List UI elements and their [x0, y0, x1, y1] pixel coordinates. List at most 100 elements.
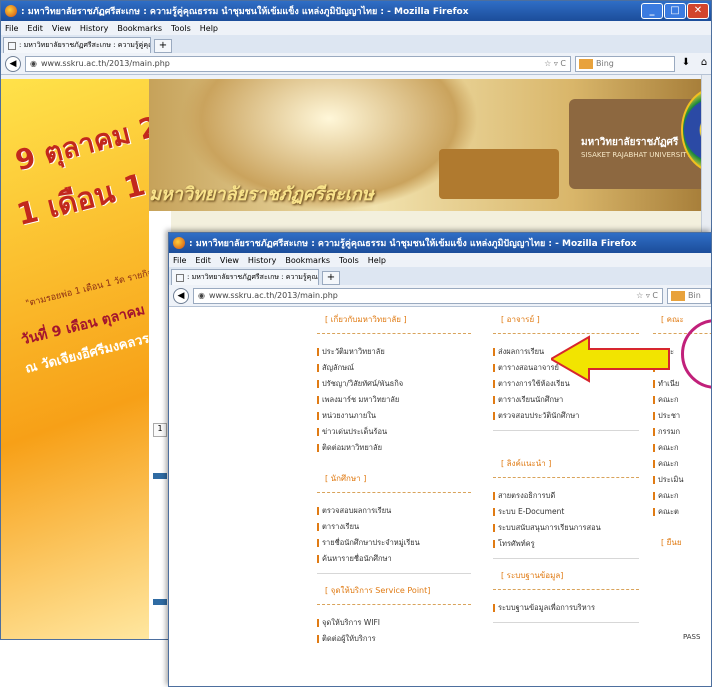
menu-column-about: [ เกี่ยวกับมหาวิทยาลัย ] ประวัติมหาวิทยา…	[317, 313, 471, 647]
menu-bookmarks[interactable]: Bookmarks	[117, 24, 162, 33]
link-vision[interactable]: ปรัชญา/วิสัยทัศน์/พันธกิจ	[317, 376, 471, 392]
section-heading: [ ยืนย	[661, 538, 682, 547]
student-links: ตรวจสอบผลการเรียน ตารางเรียน รายชื่อนักศ…	[317, 503, 471, 574]
download-icon[interactable]: ⬇	[679, 57, 693, 71]
search-box[interactable]: Bin	[667, 287, 711, 304]
link-faculty[interactable]: คณะต	[653, 504, 711, 520]
side-box	[153, 599, 167, 639]
menu-help[interactable]: Help	[368, 256, 386, 265]
page-content-front: [ เกี่ยวกับมหาวิทยาลัย ] ประวัติมหาวิทยา…	[169, 307, 711, 686]
tab-bar: : มหาวิทยาลัยราชภัฏศรีสะเกษ : ความรู้คุณ…	[169, 267, 711, 285]
link-wifi[interactable]: จุดให้บริการ WIFI	[317, 615, 471, 631]
promo-banner[interactable]: 9 ตุลาคม 2556 1 เดือน 1 วัด "ตามรอยพ่อ 1…	[1, 79, 149, 639]
link-faculty[interactable]: คณะก	[653, 456, 711, 472]
divider	[493, 333, 639, 334]
url-text: www.sskru.ac.th/2013/main.php	[208, 291, 338, 300]
url-bar[interactable]: ◉ www.sskru.ac.th/2013/main.php ☆ ▿ C	[25, 55, 571, 72]
tab-label: : มหาวิทยาลัยราชภัฏศรีสะเกษ : ความรู้คุณ…	[187, 273, 319, 281]
link-teacher-phone[interactable]: โทรศัพท์ครู	[493, 536, 639, 552]
link-student-schedule[interactable]: ตารางเรียนนักศึกษา	[493, 392, 639, 408]
tab-main[interactable]: : มหาวิทยาลัยราชภัฏศรีสะเกษ : ความรู้คู่…	[3, 37, 151, 53]
header-banner: มหาวิทยาลัยราชภัฏศรี SISAKET RAJABHAT UN…	[149, 79, 711, 211]
divider	[493, 477, 639, 478]
menu-view[interactable]: View	[220, 256, 239, 265]
link-faculty[interactable]: คณะก	[653, 440, 711, 456]
browser-window-front: : มหาวิทยาลัยราชภัฏศรีสะเกษ : ความรู้คู่…	[168, 232, 712, 687]
reload-icon[interactable]: ☆ ▿ C	[544, 59, 570, 68]
nav-bar: ◀ ◉ www.sskru.ac.th/2013/main.php ☆ ▿ C …	[169, 285, 711, 307]
maximize-button[interactable]: □	[664, 3, 686, 19]
window-controls: _ □ ✕	[641, 3, 709, 19]
page-icon	[8, 41, 16, 50]
link-hot-news[interactable]: ข่าวเด่นประเด็นร้อน	[317, 424, 471, 440]
new-tab-button[interactable]: +	[322, 271, 340, 285]
menu-bar: File Edit View History Bookmarks Tools H…	[1, 21, 711, 35]
page-icon	[176, 273, 184, 282]
link-contact[interactable]: ติดต่อมหาวิทยาลัย	[317, 440, 471, 456]
database-links: ระบบฐานข้อมูลเพื่อการบริหาร	[493, 600, 639, 623]
side-box	[153, 473, 167, 533]
search-placeholder: Bing	[596, 59, 614, 68]
section-heading: [ อาจารย์ ]	[501, 315, 540, 324]
link-symbol[interactable]: สัญลักษณ์	[317, 360, 471, 376]
menu-bar: File Edit View History Bookmarks Tools H…	[169, 253, 711, 267]
building-name: มหาวิทยาลัยราชภัฏศรี	[581, 137, 679, 148]
link-march-song[interactable]: เพลงมาร์ช มหาวิทยาลัย	[317, 392, 471, 408]
section-heading: [ ระบบฐานข้อมูล]	[501, 571, 564, 580]
promo-caption: "ตามรอยพ่อ 1 เดือน 1 วัด รายกิจศรีสะเกษ …	[24, 224, 149, 310]
link-president-line[interactable]: สายตรงอธิการบดี	[493, 488, 639, 504]
link-service-contact[interactable]: ติดต่อผู้ให้บริการ	[317, 631, 471, 647]
link-departments[interactable]: หน่วยงานภายใน	[317, 408, 471, 424]
bing-icon	[671, 290, 685, 301]
link-faculty[interactable]: ประชา	[653, 408, 711, 424]
link-student-record[interactable]: ตรวจสอบประวัตินักศึกษา	[493, 408, 639, 424]
link-faculty[interactable]: กรรมก	[653, 424, 711, 440]
link-e-document[interactable]: ระบบ E-Document	[493, 504, 639, 520]
link-management-db[interactable]: ระบบฐานข้อมูลเพื่อการบริหาร	[493, 600, 639, 616]
menu-tools[interactable]: Tools	[339, 256, 359, 265]
home-icon[interactable]: ⌂	[697, 57, 711, 71]
link-search-student[interactable]: ค้นหารายชื่อนักศึกษา	[317, 551, 471, 567]
reload-icon[interactable]: ☆ ▿ C	[636, 291, 662, 300]
link-student-list[interactable]: รายชื่อนักศึกษาประจำหมู่เรียน	[317, 535, 471, 551]
menu-file[interactable]: File	[173, 256, 186, 265]
close-button[interactable]: ✕	[687, 3, 709, 19]
tab-main[interactable]: : มหาวิทยาลัยราชภัฏศรีสะเกษ : ความรู้คุณ…	[171, 269, 319, 285]
url-bar[interactable]: ◉ www.sskru.ac.th/2013/main.php ☆ ▿ C	[193, 287, 663, 304]
back-arrow-icon[interactable]: ◀	[173, 287, 189, 304]
divider	[317, 604, 471, 605]
menu-edit[interactable]: Edit	[27, 24, 43, 33]
bing-icon	[579, 58, 593, 69]
search-box[interactable]: Bing	[575, 55, 675, 72]
menu-file[interactable]: File	[5, 24, 18, 33]
menu-bookmarks[interactable]: Bookmarks	[285, 256, 330, 265]
menu-history[interactable]: History	[80, 24, 108, 33]
new-tab-button[interactable]: +	[154, 39, 172, 53]
back-arrow-icon[interactable]: ◀	[5, 55, 21, 72]
banner-title: มหาวิทยาลัยราชภัฏศรีสะเกษ	[149, 184, 374, 205]
section-heading: [ ลิงค์แนะนำ ]	[501, 459, 552, 468]
link-check-grades[interactable]: ตรวจสอบผลการเรียน	[317, 503, 471, 519]
title-bar: : มหาวิทยาลัยราชภัฏศรีสะเกษ : ความรู้คู่…	[1, 1, 711, 21]
menu-edit[interactable]: Edit	[195, 256, 211, 265]
menu-help[interactable]: Help	[200, 24, 218, 33]
link-faculty[interactable]: คณะก	[653, 392, 711, 408]
url-text: www.sskru.ac.th/2013/main.php	[40, 59, 170, 68]
page-indicator[interactable]: 1	[153, 423, 167, 437]
section-heading: [ เกี่ยวกับมหาวิทยาลัย ]	[325, 315, 407, 324]
tab-label: : มหาวิทยาลัยราชภัฏศรีสะเกษ : ความรู้คู่…	[19, 41, 150, 49]
menu-view[interactable]: View	[52, 24, 71, 33]
link-faculty[interactable]: คณะก	[653, 488, 711, 504]
window-title: : มหาวิทยาลัยราชภัฏศรีสะเกษ : ความรู้คู่…	[21, 7, 469, 17]
link-history[interactable]: ประวัติมหาวิทยาลัย	[317, 344, 471, 360]
link-class-schedule[interactable]: ตารางเรียน	[317, 519, 471, 535]
menu-history[interactable]: History	[248, 256, 276, 265]
menu-tools[interactable]: Tools	[171, 24, 191, 33]
callout-arrow-icon	[551, 335, 670, 383]
pass-label: PASS	[683, 633, 701, 641]
link-faculty[interactable]: ประเมิน	[653, 472, 711, 488]
minimize-button[interactable]: _	[641, 3, 663, 19]
link-learning-support[interactable]: ระบบสนับสนุนการเรียนการสอน	[493, 520, 639, 536]
